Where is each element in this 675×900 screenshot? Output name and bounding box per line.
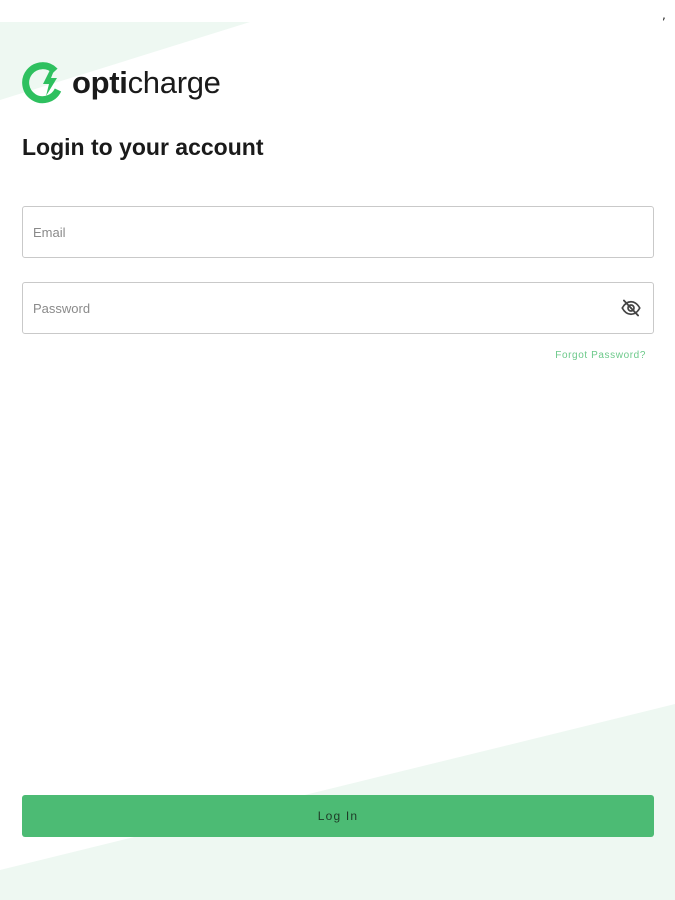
brand-name-light: charge bbox=[127, 65, 221, 100]
password-input[interactable] bbox=[23, 283, 619, 333]
email-input[interactable] bbox=[23, 207, 653, 257]
brand-logo: opticharge bbox=[22, 62, 221, 104]
status-indicator: , bbox=[662, 8, 666, 22]
login-button[interactable]: Log In bbox=[22, 795, 654, 837]
charge-ring-bolt-icon bbox=[22, 62, 62, 104]
forgot-password-link[interactable]: Forgot Password? bbox=[555, 350, 646, 361]
page-title: Login to your account bbox=[22, 134, 264, 160]
toggle-password-visibility-button[interactable] bbox=[619, 296, 643, 320]
brand-name: opticharge bbox=[72, 62, 221, 104]
brand-name-bold: opti bbox=[72, 65, 128, 100]
email-field bbox=[22, 206, 654, 258]
eye-off-icon bbox=[621, 299, 641, 317]
password-field bbox=[22, 282, 654, 334]
